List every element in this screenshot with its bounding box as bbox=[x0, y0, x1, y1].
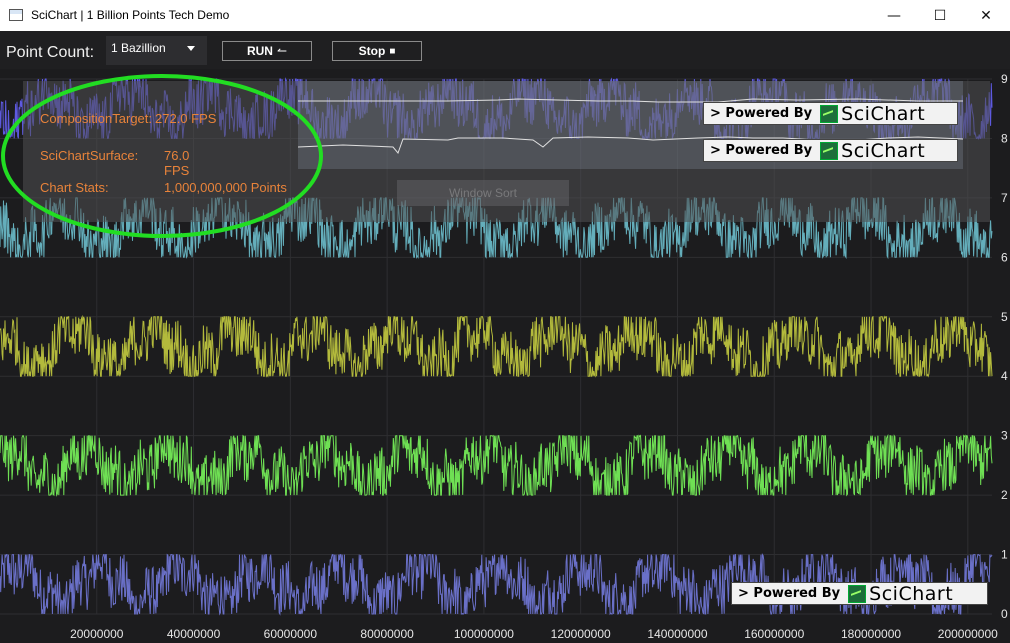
x-tick-label: 100000000 bbox=[454, 627, 514, 641]
window-sort-label: Window Sort bbox=[448, 186, 518, 200]
window-sort-button[interactable]: Window Sort bbox=[397, 180, 569, 206]
powered-by-watermark-1: > Powered By SciChart bbox=[703, 102, 958, 125]
scichart-logo-icon bbox=[820, 141, 839, 160]
y-tick-label: 5 bbox=[1001, 310, 1008, 324]
y-tick-label: 9 bbox=[1001, 72, 1008, 86]
scichart-brand: SciChart bbox=[841, 139, 926, 162]
y-tick-label: 0 bbox=[1001, 607, 1008, 621]
app-icon bbox=[9, 9, 23, 21]
highlight-ellipse bbox=[1, 74, 323, 238]
scichart-logo: SciChart bbox=[820, 103, 925, 125]
stop-button[interactable]: Stop ■ bbox=[332, 41, 422, 61]
scichart-brand: SciChart bbox=[869, 582, 954, 605]
y-tick-label: 6 bbox=[1001, 250, 1008, 264]
run-arrow-icon: ↼ bbox=[276, 44, 288, 58]
x-tick-label: 40000000 bbox=[167, 627, 221, 641]
powered-by-text: > Powered By bbox=[710, 143, 813, 158]
point-count-dropdown[interactable]: 1 Bazillion bbox=[106, 36, 207, 65]
scichart-logo-icon bbox=[848, 584, 867, 603]
x-tick-label: 180000000 bbox=[841, 627, 901, 641]
chevron-down-icon bbox=[187, 46, 195, 51]
x-tick-label: 140000000 bbox=[647, 627, 707, 641]
x-tick-label: 80000000 bbox=[360, 627, 414, 641]
point-count-value: 1 Bazillion bbox=[111, 41, 166, 55]
close-button[interactable]: ✕ bbox=[963, 0, 1009, 31]
powered-by-text: > Powered By bbox=[738, 586, 841, 601]
maximize-button[interactable]: ☐ bbox=[917, 0, 963, 31]
run-button-label: RUN bbox=[246, 44, 273, 58]
y-tick-label: 3 bbox=[1001, 429, 1008, 443]
scichart-logo: SciChart bbox=[820, 140, 925, 162]
y-tick-label: 7 bbox=[1001, 191, 1008, 205]
powered-by-text: > Powered By bbox=[710, 106, 813, 121]
y-tick-label: 2 bbox=[1001, 488, 1008, 502]
powered-by-watermark-3: > Powered By SciChart bbox=[731, 582, 988, 605]
powered-by-watermark-2: > Powered By SciChart bbox=[703, 139, 958, 162]
stop-square-icon: ■ bbox=[389, 45, 396, 57]
stop-button-label: Stop bbox=[358, 44, 386, 58]
window-title: SciChart | 1 Billion Points Tech Demo bbox=[31, 8, 230, 22]
scichart-logo: SciChart bbox=[848, 583, 953, 605]
window-titlebar: SciChart | 1 Billion Points Tech Demo — … bbox=[0, 0, 1010, 31]
point-count-label: Point Count: bbox=[6, 44, 95, 61]
run-button[interactable]: RUN ↼ bbox=[222, 41, 312, 61]
scichart-logo-icon bbox=[820, 104, 839, 123]
y-tick-label: 1 bbox=[1001, 548, 1008, 562]
x-tick-label: 200000000 bbox=[938, 627, 998, 641]
minimize-button[interactable]: — bbox=[871, 0, 917, 31]
x-tick-label: 20000000 bbox=[70, 627, 124, 641]
x-tick-label: 60000000 bbox=[264, 627, 318, 641]
y-tick-label: 4 bbox=[1001, 369, 1008, 383]
y-tick-label: 8 bbox=[1001, 131, 1008, 145]
x-tick-label: 160000000 bbox=[744, 627, 804, 641]
x-tick-label: 120000000 bbox=[551, 627, 611, 641]
scichart-brand: SciChart bbox=[841, 102, 926, 125]
